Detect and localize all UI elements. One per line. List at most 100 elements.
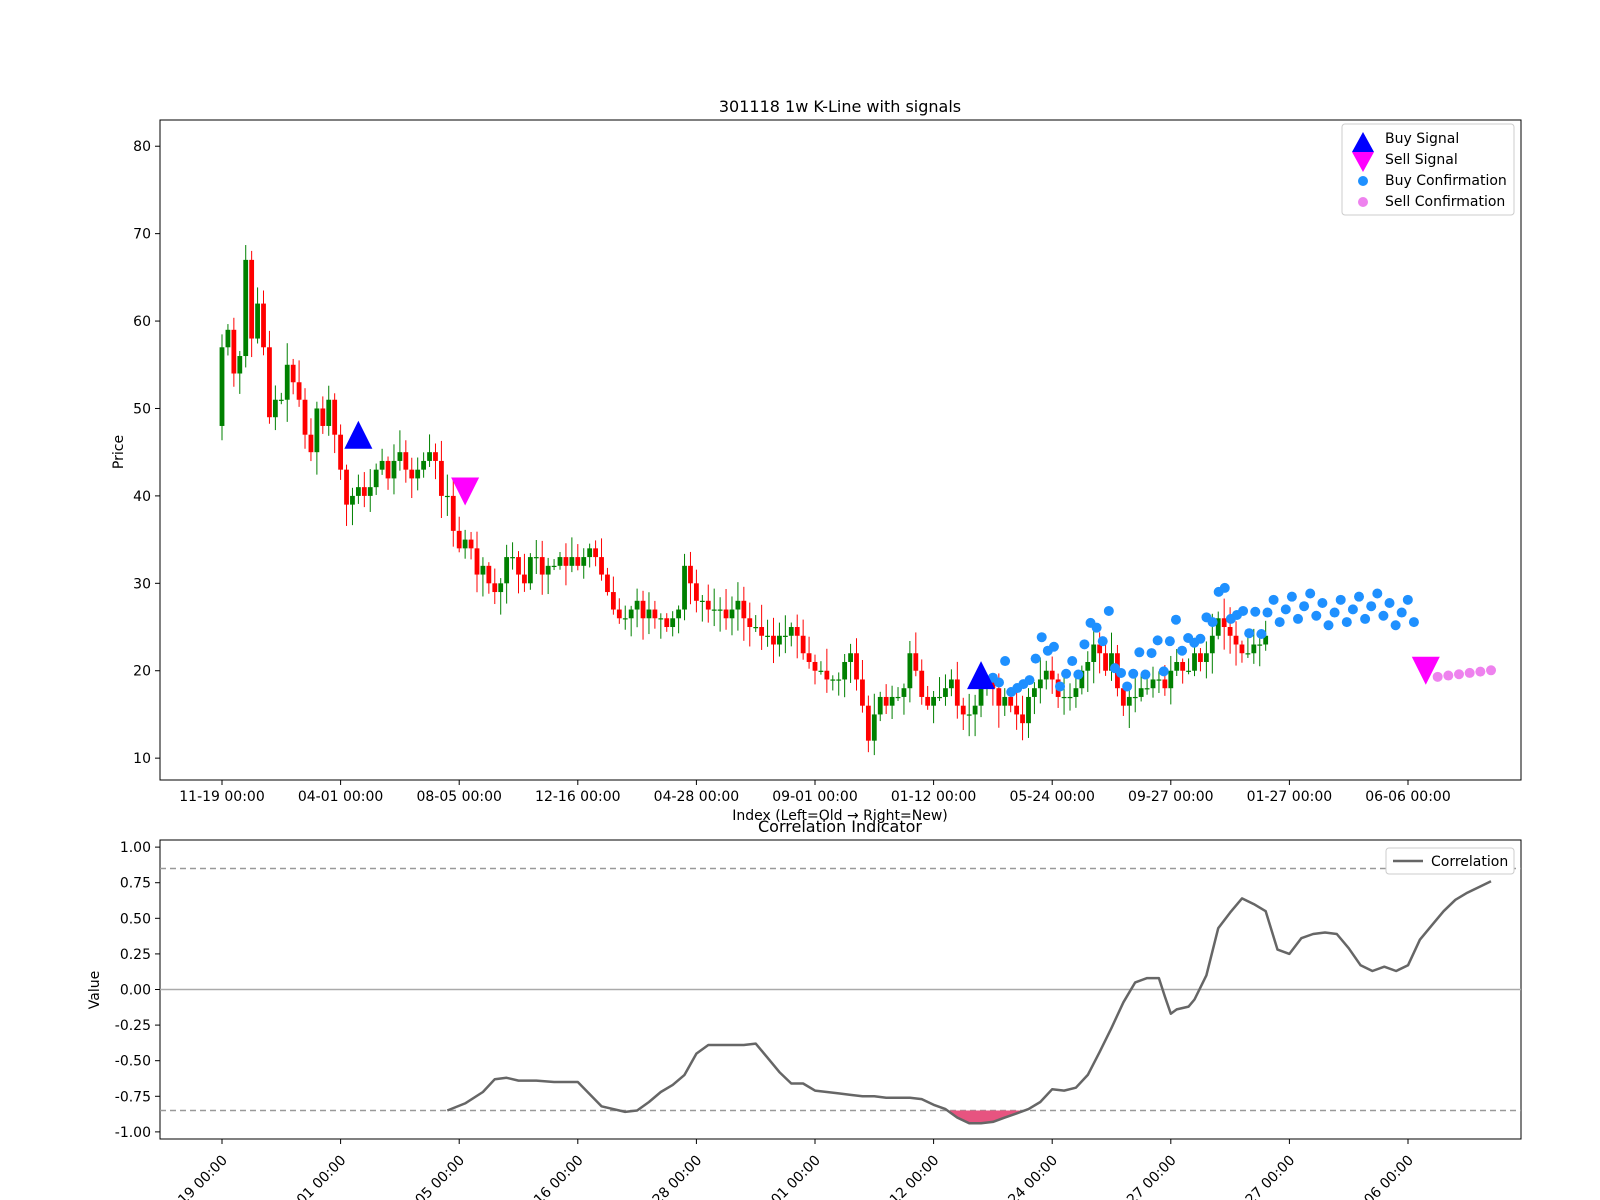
buy-confirmation-dot [1378, 610, 1389, 621]
candle-body [385, 460, 391, 479]
candle-body [788, 627, 794, 636]
buy-confirmation-dot [1354, 591, 1365, 602]
y-tick-label: 0.75 [120, 876, 151, 892]
candle-body [267, 347, 272, 418]
candle-body [1203, 653, 1209, 662]
x-tick-label: 08-05 00:00 [396, 1153, 468, 1200]
candle-body [338, 434, 343, 470]
candle-body [350, 495, 355, 505]
candle-body [296, 382, 302, 400]
candle-body [462, 539, 468, 549]
candle-body [735, 600, 741, 610]
candle-body [344, 469, 349, 505]
candle-body [397, 452, 403, 461]
candle-body [699, 600, 705, 602]
sell-confirmation-dot [1432, 671, 1443, 682]
y-tick-label: 70 [133, 227, 151, 243]
candle-body [320, 408, 326, 426]
candle-body [842, 661, 848, 680]
candle-body [676, 609, 682, 619]
buy-confirmation-dot [1152, 635, 1163, 646]
buy-confirmation-dot [1329, 607, 1340, 618]
buy-confirmation-dot [1347, 604, 1358, 615]
candle-body [450, 495, 456, 531]
buy-confirmation-dot [1146, 648, 1157, 659]
y-tick-label: 0.00 [120, 983, 151, 999]
candle-body [705, 600, 711, 610]
candle-body [919, 670, 925, 697]
buy-confirmation-dot [1384, 598, 1395, 609]
buy-confirmation-dot [1317, 598, 1328, 609]
buy-confirmation-dot [1292, 613, 1303, 624]
candle-body [1067, 696, 1073, 699]
candle-body [794, 627, 800, 636]
x-tick-label: 01-12 00:00 [891, 789, 976, 805]
candle-body [302, 399, 308, 435]
x-tick-label: 01-27 00:00 [1247, 789, 1332, 805]
candle-body [913, 653, 919, 671]
legend-buy-confirmation: Buy Confirmation [1385, 173, 1507, 189]
correlation-x-ticks: 11-19 00:00 04-01 00:00 08-05 00:00 12-16 0… [159, 1139, 1417, 1200]
sell-confirmation-dot [1453, 669, 1464, 680]
x-tick-label: 08-05 00:00 [416, 789, 501, 805]
buy-confirmation-dot [1079, 639, 1090, 650]
candle-body [444, 495, 450, 498]
candle-body [456, 530, 462, 549]
candle-body [622, 618, 628, 620]
candle-body [474, 548, 480, 575]
candle-body [937, 696, 942, 699]
candle-body [314, 408, 320, 453]
candle-body [628, 609, 634, 619]
buy-confirmation-dot [1366, 601, 1377, 612]
candle-body [516, 557, 521, 575]
candle-body [1168, 670, 1174, 689]
candle-body [225, 329, 231, 348]
candle-body [860, 679, 865, 706]
legend-buy-confirmation-icon [1358, 176, 1368, 186]
correlation-y-ticks: 1.00 0.75 0.50 0.25 0.00 -0.25 -0.50 -0.75 -1.00 [115, 840, 160, 1141]
candle-body [1032, 688, 1037, 697]
buy-confirmation-dot [1000, 656, 1011, 667]
buy-confirmation-dot [1177, 645, 1188, 656]
x-tick-label: 04-01 00:00 [298, 789, 383, 805]
candle-body [717, 609, 723, 611]
candle-body [848, 653, 853, 662]
sell-confirmation-dot [1486, 665, 1497, 676]
candle-body [563, 557, 569, 566]
candle-body [978, 688, 984, 706]
sell-confirmation-dot [1443, 670, 1454, 681]
buy-confirmation-dot [1134, 647, 1145, 658]
y-tick-label: -0.50 [115, 1054, 151, 1070]
candle-body [1043, 670, 1049, 680]
candle-body [948, 679, 954, 689]
candle-body [1002, 696, 1008, 706]
buy-confirmation-dot [1140, 669, 1151, 680]
candle-body [1257, 644, 1263, 646]
x-tick-label: 05-24 00:00 [1009, 789, 1094, 805]
candle-body [694, 583, 699, 601]
candle-body [272, 399, 278, 418]
candle-body [587, 548, 593, 558]
candle-body [326, 399, 332, 426]
y-tick-label: -1.00 [115, 1125, 151, 1141]
x-tick-label: 11-19 00:00 [179, 789, 264, 805]
buy-confirmation-dot [1219, 582, 1230, 593]
candle-body [658, 618, 664, 620]
buy-confirmation-dot [1048, 641, 1059, 652]
candle-body [877, 696, 883, 715]
candle-body [551, 565, 557, 568]
correlation-ylabel: Value [87, 971, 103, 1009]
y-tick-label: 50 [133, 401, 151, 417]
candle-body [575, 557, 581, 566]
candle-body [907, 653, 913, 689]
x-tick-label: 04-28 00:00 [654, 789, 739, 805]
y-tick-label: 30 [133, 576, 151, 592]
correlation-title: Correlation Indicator [758, 817, 922, 836]
candle-body [800, 635, 806, 654]
candle-body [640, 600, 646, 619]
candle-body [527, 557, 533, 584]
x-tick-label: 12-16 00:00 [515, 1153, 587, 1200]
buy-confirmation-dot [1280, 604, 1291, 615]
candle-body [996, 688, 1002, 706]
y-tick-label: 1.00 [120, 840, 151, 856]
